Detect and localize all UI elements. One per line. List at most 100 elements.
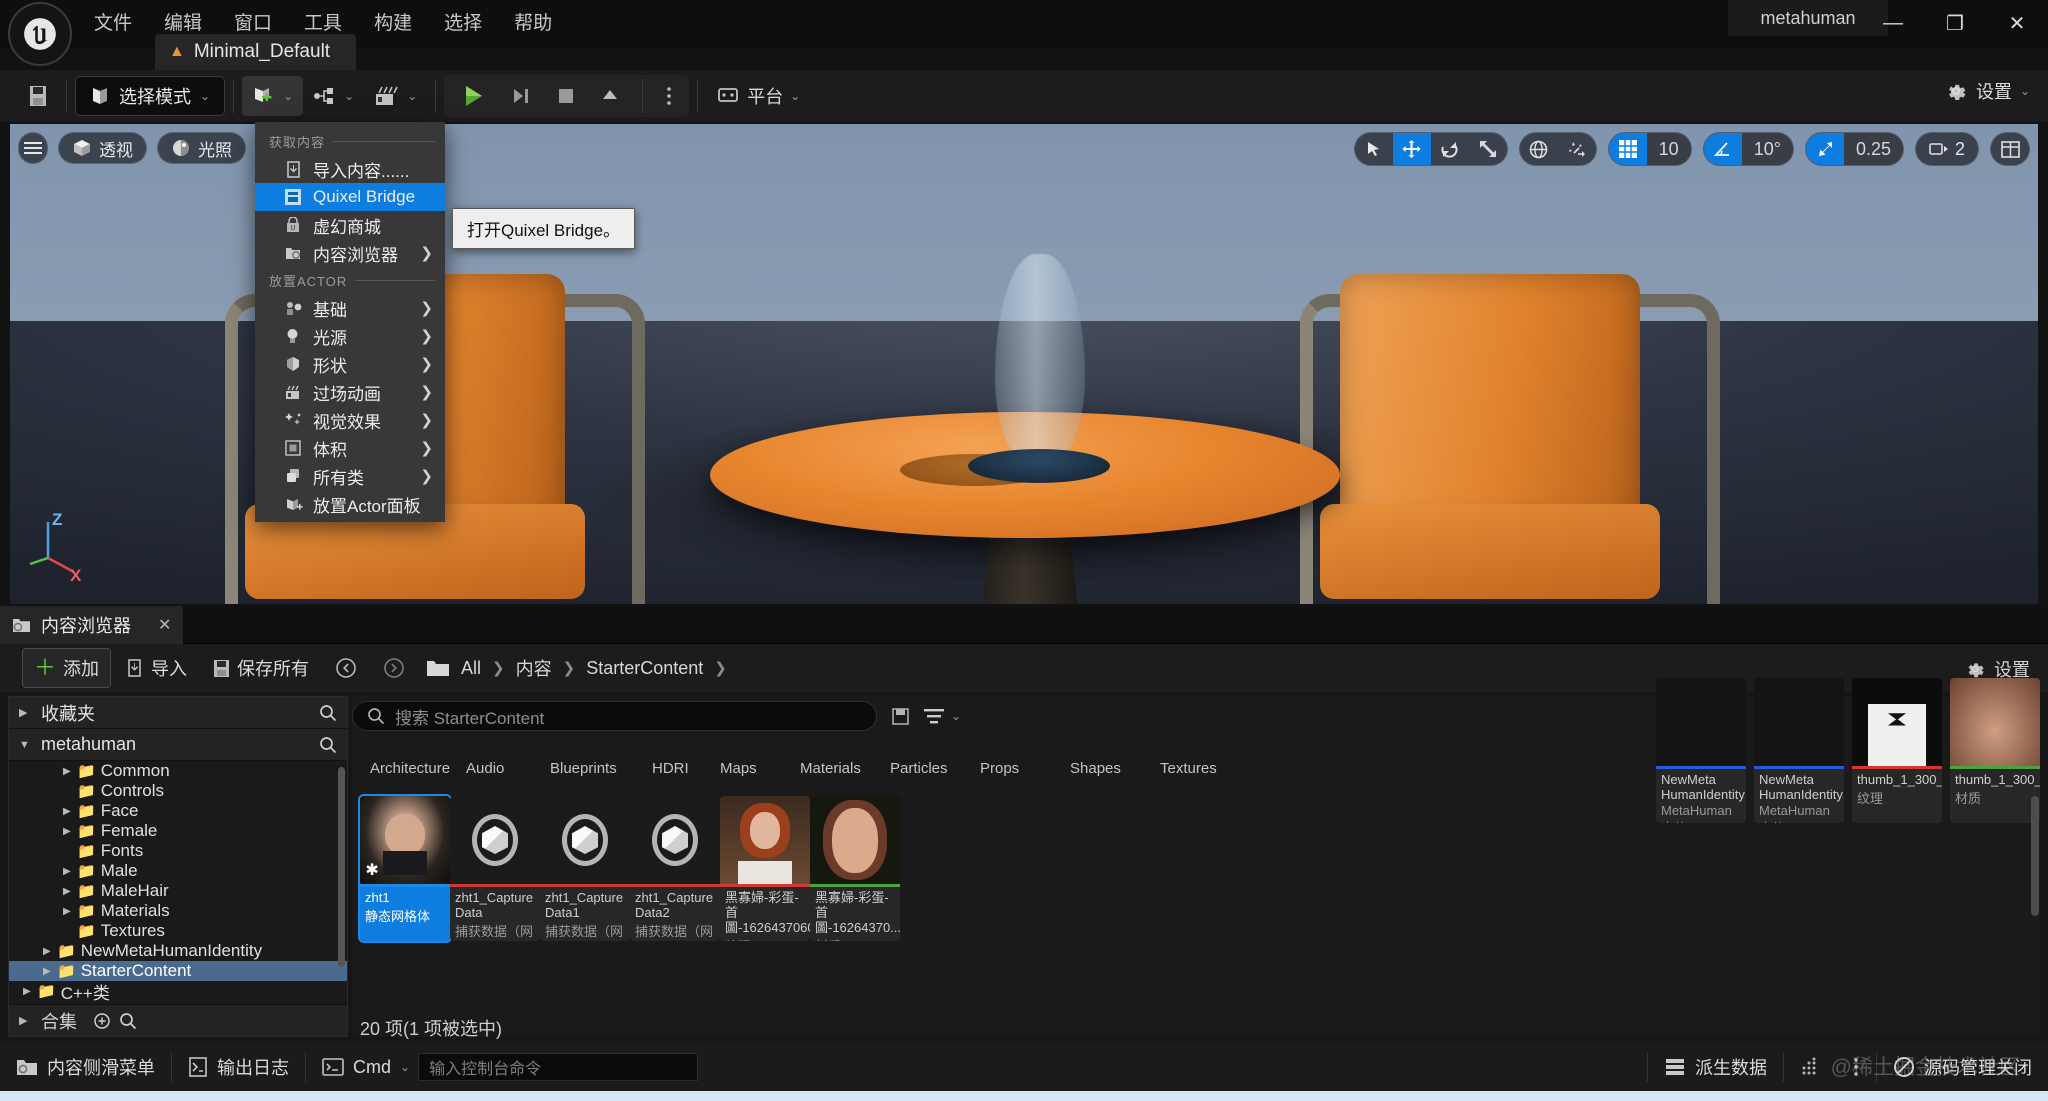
- chevron-right-icon[interactable]: ▶: [63, 866, 77, 877]
- import-button[interactable]: 导入: [115, 649, 198, 687]
- asset-tile[interactable]: NewMeta HumanIdentityMetaHuman本体: [1656, 678, 1746, 823]
- menu-item-quixel-bridge[interactable]: Quixel Bridge: [255, 183, 445, 211]
- tree-item-controls[interactable]: 📁 Controls: [9, 781, 347, 801]
- step-button[interactable]: [500, 76, 542, 116]
- viewport-perspective-button[interactable]: 透视: [58, 132, 147, 164]
- back-button[interactable]: [324, 651, 368, 685]
- asset-tile[interactable]: 黑寡婦-彩蛋-首圖-16264370...材质: [810, 796, 900, 941]
- save-search-icon[interactable]: [891, 707, 910, 726]
- scale-snap-icon[interactable]: [1805, 133, 1844, 165]
- menu-item-build[interactable]: 构建: [358, 0, 428, 48]
- folder-item-particles[interactable]: Particles: [890, 760, 948, 777]
- menu-item-all-classes[interactable]: 所有类 ❯: [255, 462, 445, 490]
- grid-snap-icon[interactable]: [1608, 133, 1647, 165]
- folder-item-blueprints[interactable]: Blueprints: [550, 760, 617, 777]
- cmd-dropdown[interactable]: Cmd ⌄: [306, 1043, 418, 1091]
- surface-snap-icon[interactable]: [1558, 133, 1596, 165]
- tree-item-materials[interactable]: ▶ 📁 Materials: [9, 901, 347, 921]
- platforms-button[interactable]: 平台 ⌄: [706, 76, 810, 116]
- chevron-right-icon-favorites[interactable]: ▶: [19, 706, 33, 719]
- menu-item-volumes[interactable]: 体积 ❯: [255, 434, 445, 462]
- cinematics-button[interactable]: ⌄: [364, 76, 427, 116]
- tree-item-newmetahumanidentity[interactable]: ▶ 📁 NewMetaHumanIdentity: [9, 941, 347, 961]
- tree-item-face[interactable]: ▶ 📁 Face: [9, 801, 347, 821]
- camera-speed-icon[interactable]: 2: [1916, 133, 1978, 165]
- select-mode-dropdown[interactable]: 选择模式 ⌄: [75, 76, 226, 116]
- content-drawer-button[interactable]: 内容侧滑菜单: [0, 1043, 171, 1091]
- tab-content-browser[interactable]: 内容浏览器 ✕: [0, 606, 184, 644]
- editor-settings-button[interactable]: 设置 ⌄: [1944, 78, 2030, 104]
- chevron-right-icon[interactable]: ▶: [63, 806, 77, 817]
- menu-item-select[interactable]: 选择: [428, 0, 498, 48]
- tree-item-c-[interactable]: ▶ 📁 C++类: [9, 981, 347, 1003]
- close-icon[interactable]: ✕: [158, 615, 171, 635]
- perf-indicator[interactable]: [1784, 1043, 1836, 1091]
- menu-item-shapes[interactable]: 形状 ❯: [255, 350, 445, 378]
- project-root-header[interactable]: ▼ metahuman: [9, 729, 347, 761]
- menu-item-vfx[interactable]: 视觉效果 ❯: [255, 406, 445, 434]
- menu-item-lights[interactable]: 光源 ❯: [255, 322, 445, 350]
- play-button[interactable]: [450, 76, 496, 116]
- output-log-button[interactable]: 输出日志: [172, 1043, 305, 1091]
- search-input[interactable]: 搜索 StarterContent: [352, 701, 877, 731]
- stop-button[interactable]: [546, 76, 586, 116]
- chevron-right-icon-collections[interactable]: ▶: [19, 1014, 33, 1027]
- assets-scrollbar[interactable]: [2031, 796, 2039, 916]
- menu-item-file[interactable]: 文件: [78, 0, 148, 48]
- menu-item-import-content[interactable]: 导入内容......: [255, 155, 445, 183]
- menu-item-help[interactable]: 帮助: [498, 0, 568, 48]
- folder-item-shapes[interactable]: Shapes: [1070, 760, 1121, 777]
- angle-snap-icon[interactable]: [1703, 133, 1742, 165]
- breadcrumb-startercontent[interactable]: StarterContent: [586, 658, 703, 679]
- filter-icon[interactable]: ⌄: [924, 708, 961, 725]
- grid-snap-value[interactable]: 10: [1646, 133, 1691, 165]
- rotate-gizmo-icon[interactable]: [1431, 133, 1469, 165]
- add-button[interactable]: ＋ 添加: [22, 648, 112, 688]
- tree-item-female[interactable]: ▶ 📁 Female: [9, 821, 347, 841]
- folder-item-architecture[interactable]: Architecture: [370, 760, 450, 777]
- menu-item-marketplace[interactable]: U 虚幻商城: [255, 211, 445, 239]
- restore-button[interactable]: ❐: [1924, 0, 1986, 46]
- viewport-menu-button[interactable]: [18, 132, 48, 164]
- derived-data-button[interactable]: 派生数据: [1648, 1043, 1783, 1091]
- viewport-layout-icon[interactable]: [1991, 133, 2029, 165]
- tree-item-startercontent[interactable]: ▶ 📁 StarterContent: [9, 961, 347, 981]
- asset-tile[interactable]: thumb_1_300_410_... 纹理: [1852, 678, 1942, 823]
- asset-tile[interactable]: zht1_Capture Data 捕获数据（网格...: [450, 796, 540, 941]
- menu-item-place-actors-panel[interactable]: 放置Actor面板: [255, 490, 445, 518]
- console-command-input[interactable]: 输入控制台命令: [418, 1053, 699, 1081]
- search-icon-favorites[interactable]: [319, 704, 337, 722]
- menu-item-content-browser[interactable]: 内容浏览器 ❯: [255, 239, 445, 267]
- viewport-lit-button[interactable]: 光照: [157, 132, 246, 164]
- favorites-header[interactable]: ▶ 收藏夹: [9, 697, 347, 729]
- tree-item-fonts[interactable]: 📁 Fonts: [9, 841, 347, 861]
- breadcrumb-all[interactable]: All: [461, 658, 481, 679]
- asset-tile[interactable]: 黑寡婦-彩蛋-首圖-1626437060纹理: [720, 796, 810, 941]
- more-options-button[interactable]: [655, 76, 683, 116]
- folder-item-props[interactable]: Props: [980, 760, 1019, 777]
- asset-tile[interactable]: zht1_Capture Data2 捕获数据（网格...: [630, 796, 720, 941]
- chevron-right-icon[interactable]: ▶: [63, 826, 77, 837]
- scale-gizmo-icon[interactable]: [1469, 133, 1507, 165]
- search-icon-root[interactable]: [319, 736, 337, 754]
- cursor-select-icon[interactable]: [1355, 133, 1393, 165]
- menu-item-cinematic[interactable]: 过场动画 ❯: [255, 378, 445, 406]
- eject-button[interactable]: [590, 76, 630, 116]
- tree-item-male[interactable]: ▶ 📁 Male: [9, 861, 347, 881]
- chevron-right-icon[interactable]: ▶: [43, 946, 57, 957]
- save-button[interactable]: [18, 76, 58, 116]
- chevron-right-icon[interactable]: ▶: [43, 966, 57, 977]
- world-coordinate-icon[interactable]: [1520, 133, 1558, 165]
- asset-tile[interactable]: ✱ zht1 静态网格体: [358, 794, 452, 943]
- asset-tile[interactable]: zht1_Capture Data1 捕获数据（网格...: [540, 796, 630, 941]
- collections-footer[interactable]: ▶ 合集: [9, 1004, 347, 1036]
- asset-tile[interactable]: thumb_1_300_410_... 材质: [1950, 678, 2040, 823]
- folder-item-hdri[interactable]: HDRI: [652, 760, 689, 777]
- tree-item-common[interactable]: ▶ 📁 Common: [9, 761, 347, 781]
- search-icon-collections[interactable]: [119, 1012, 137, 1030]
- chevron-right-icon[interactable]: ▶: [23, 986, 37, 997]
- asset-tile[interactable]: NewMeta HumanIdentity1MetaHuman本体: [1754, 678, 1844, 823]
- minimize-button[interactable]: —: [1862, 0, 1924, 46]
- chevron-down-icon-root[interactable]: ▼: [19, 739, 33, 751]
- forward-button[interactable]: [372, 651, 416, 685]
